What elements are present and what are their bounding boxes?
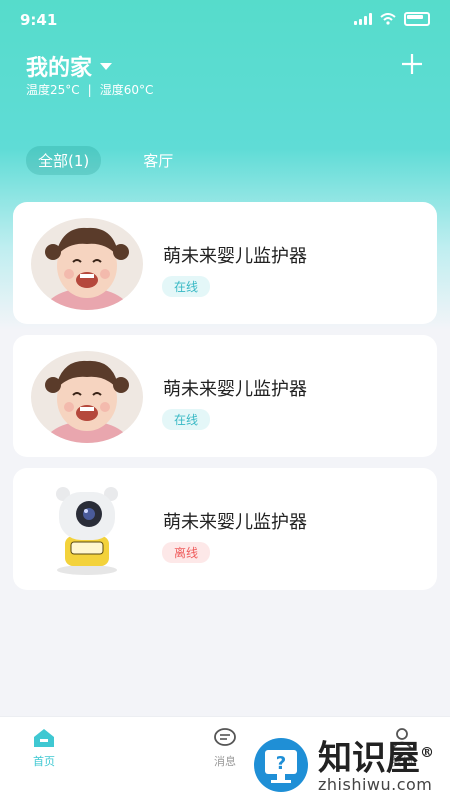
battery-icon [404, 12, 430, 26]
watermark-text: 知识屋® zhishiwu.com [318, 736, 434, 794]
tab-all[interactable]: 全部(1) [26, 146, 102, 175]
signal-icon [354, 13, 372, 25]
environment-info: 温度25°C | 湿度60°C [26, 81, 153, 98]
device-card[interactable]: 萌未来婴儿监护器 在线 [13, 202, 437, 324]
tab-messages[interactable]: 消息 [195, 727, 255, 769]
message-icon [214, 728, 236, 746]
help-monitor-icon: ? [251, 735, 311, 795]
device-thumbnail [31, 218, 143, 310]
device-thumbnail [31, 351, 143, 443]
home-icon [34, 729, 54, 747]
tab-living-room[interactable]: 客厅 [131, 146, 185, 175]
status-badge: 在线 [162, 276, 211, 297]
device-thumbnail [31, 484, 143, 576]
room-tabs: 全部(1) 客厅 [26, 146, 185, 175]
device-name: 萌未来婴儿监护器 [163, 512, 307, 533]
add-device-button[interactable] [400, 52, 424, 76]
home-selector[interactable]: 我的家 [26, 50, 113, 82]
device-list: 萌未来婴儿监护器 在线 萌未来婴儿监护器 在线 萌未来婴儿监护器 离线 [13, 202, 437, 601]
status-bar: 9:41 [0, 0, 450, 40]
watermark-title: 知识屋® [318, 738, 434, 779]
watermark-domain: zhishiwu.com [318, 775, 433, 795]
status-badge: 在线 [162, 409, 211, 430]
status-icons [354, 12, 430, 26]
temperature-text: 温度25°C [26, 83, 80, 97]
tab-home-label: 首页 [33, 755, 55, 768]
device-name: 萌未来婴儿监护器 [163, 246, 307, 267]
device-card[interactable]: 萌未来婴儿监护器 离线 [13, 468, 437, 590]
caret-down-icon [100, 62, 113, 70]
tab-messages-label: 消息 [214, 755, 236, 768]
svg-text:?: ? [276, 753, 286, 774]
info-separator: | [87, 82, 92, 97]
humidity-text: 湿度60°C [99, 83, 154, 97]
device-card[interactable]: 萌未来婴儿监护器 在线 [13, 335, 437, 457]
wifi-icon [380, 13, 396, 25]
watermark: ? 知识屋® zhishiwu.com [250, 730, 450, 800]
home-name: 我的家 [26, 56, 93, 81]
device-name: 萌未来婴儿监护器 [163, 379, 307, 400]
status-time: 9:41 [20, 11, 58, 29]
status-badge: 离线 [162, 542, 211, 563]
tab-home[interactable]: 首页 [14, 727, 74, 769]
